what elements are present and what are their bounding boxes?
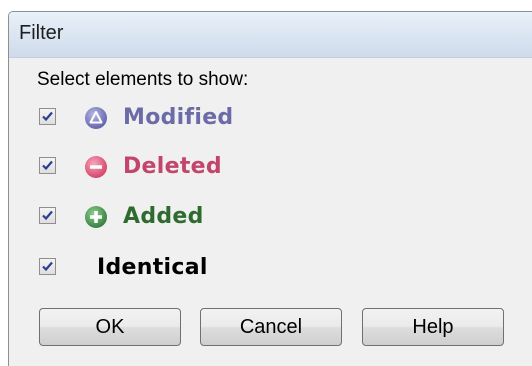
added-checkbox[interactable] — [39, 207, 56, 224]
identical-checkbox[interactable] — [39, 258, 56, 275]
modified-label: Modified — [123, 105, 234, 130]
deleted-label: Deleted — [123, 154, 222, 179]
added-label: Added — [123, 204, 204, 229]
identical-label: Identical — [97, 255, 208, 280]
checkmark-icon — [42, 111, 53, 122]
title-bar[interactable]: Filter — [9, 12, 532, 58]
added-icon — [85, 206, 107, 228]
instruction-label: Select elements to show: — [37, 69, 249, 90]
checkmark-icon — [42, 160, 53, 171]
modified-icon — [85, 107, 107, 129]
filter-dialog: Filter Select elements to show: Modified — [8, 11, 532, 366]
checkmark-icon — [42, 210, 53, 221]
checkmark-icon — [42, 261, 53, 272]
deleted-icon — [85, 156, 107, 178]
window-title: Filter — [19, 22, 64, 44]
help-button[interactable]: Help — [362, 308, 504, 346]
deleted-checkbox[interactable] — [39, 157, 56, 174]
modified-checkbox[interactable] — [39, 108, 56, 125]
ok-button[interactable]: OK — [39, 308, 181, 346]
cancel-button[interactable]: Cancel — [200, 308, 342, 346]
